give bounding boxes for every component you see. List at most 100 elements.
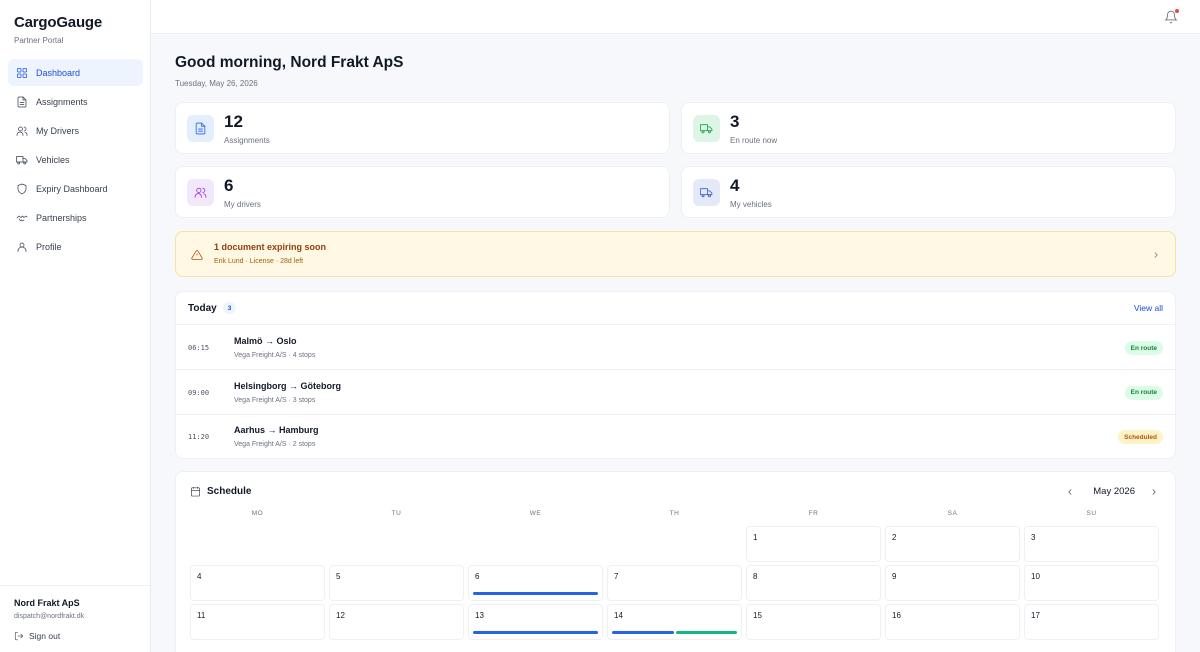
weekday-label: TH xyxy=(669,510,680,517)
alert-title: 1 document expiring soon xyxy=(214,242,327,252)
sign-out-button[interactable]: Sign out xyxy=(14,631,136,641)
weekday-label: TU xyxy=(391,510,402,517)
today-count-badge: 3 xyxy=(223,302,236,314)
calendar-day[interactable]: 16 xyxy=(885,604,1020,640)
assignment-route: Malmö → Oslo xyxy=(234,336,297,346)
weekday-label: MO xyxy=(251,510,264,517)
sidebar-item-label: Dashboard xyxy=(36,67,81,78)
sidebar-item-my-drivers[interactable]: My Drivers xyxy=(8,117,143,144)
day-number: 2 xyxy=(892,533,897,542)
calendar-day[interactable]: 17 xyxy=(1024,604,1159,640)
day-number: 7 xyxy=(614,572,619,581)
weekday-label: SA xyxy=(947,510,958,517)
current-date: Tuesday, May 26, 2026 xyxy=(175,79,258,88)
calendar-day[interactable]: 14 xyxy=(607,604,742,640)
stat-label: My drivers xyxy=(224,200,261,209)
user-icon xyxy=(16,241,28,253)
sidebar-item-profile[interactable]: Profile xyxy=(8,233,143,260)
weekday-label: WE xyxy=(529,510,542,517)
status-badge: En route xyxy=(1124,341,1163,355)
day-number: 1 xyxy=(753,533,758,542)
day-number: 17 xyxy=(1031,611,1040,620)
assignment-meta: Vega Freight A/S · 3 stops xyxy=(234,396,316,404)
weekday-label: FR xyxy=(808,510,819,517)
stat-label: My vehicles xyxy=(730,200,772,209)
day-number: 10 xyxy=(1031,572,1040,581)
expiry-alert[interactable]: 1 document expiring soon Erik Lund · Lic… xyxy=(175,231,1176,277)
calendar-day[interactable]: 13 xyxy=(468,604,603,640)
calendar-day[interactable]: 12 xyxy=(329,604,464,640)
handshake-icon xyxy=(16,212,28,224)
assignment-row[interactable]: 06:15 Malmö → Oslo Vega Freight A/S · 4 … xyxy=(176,326,1175,370)
chevron-left-icon xyxy=(1068,489,1072,495)
day-number: 12 xyxy=(336,611,345,620)
calendar-day[interactable]: 2 xyxy=(885,526,1020,562)
stat-label: En route now xyxy=(730,136,778,145)
sidebar-item-label: My Drivers xyxy=(36,125,79,136)
stat-card-my-vehicles[interactable]: 4 My vehicles xyxy=(681,166,1176,218)
today-header: Today 3 View all xyxy=(176,292,1175,325)
stat-value: 4 xyxy=(730,176,740,195)
stat-card-assignments[interactable]: 12 Assignments xyxy=(175,102,670,154)
sidebar-item-label: Profile xyxy=(36,241,62,252)
day-number: 6 xyxy=(475,572,480,581)
page-title: Good morning, Nord Frakt ApS xyxy=(175,54,404,71)
brand-subtitle: Partner Portal xyxy=(14,36,64,45)
calendar-day[interactable]: 15 xyxy=(746,604,881,640)
stat-value: 12 xyxy=(224,112,243,131)
users-icon xyxy=(16,125,28,137)
calendar-day[interactable]: 6 xyxy=(468,565,603,601)
next-month-button[interactable] xyxy=(1149,486,1159,496)
calendar-day[interactable]: 9 xyxy=(885,565,1020,601)
day-number: 5 xyxy=(336,572,341,581)
calendar-day[interactable]: 5 xyxy=(329,565,464,601)
shield-icon xyxy=(16,183,28,195)
schedule-title: Schedule xyxy=(207,486,252,497)
view-all-link[interactable]: View all xyxy=(1134,303,1163,313)
sidebar-item-label: Partnerships xyxy=(36,212,87,223)
sidebar-item-vehicles[interactable]: Vehicles xyxy=(8,146,143,173)
warning-icon xyxy=(191,249,203,261)
assignment-route: Aarhus → Hamburg xyxy=(234,425,319,435)
day-number: 13 xyxy=(475,611,484,620)
document-icon xyxy=(16,96,28,108)
sidebar-item-assignments[interactable]: Assignments xyxy=(8,88,143,115)
sidebar-item-dashboard[interactable]: Dashboard xyxy=(8,59,143,86)
chevron-right-icon xyxy=(1152,489,1156,495)
alert-detail: Erik Lund · License · 28d left xyxy=(214,258,304,265)
stat-value: 3 xyxy=(730,112,740,131)
notifications-button[interactable] xyxy=(1164,9,1179,24)
assignment-bar xyxy=(675,631,737,634)
assignment-row[interactable]: 11:20 Aarhus → Hamburg Vega Freight A/S … xyxy=(176,415,1175,459)
day-number: 14 xyxy=(614,611,623,620)
calendar-day[interactable]: 3 xyxy=(1024,526,1159,562)
today-title: Today xyxy=(188,303,217,314)
calendar-day[interactable]: 8 xyxy=(746,565,881,601)
users-icon xyxy=(187,179,214,206)
weekday-label: SU xyxy=(1086,510,1097,517)
sidebar-item-partnerships[interactable]: Partnerships xyxy=(8,204,143,231)
day-number: 3 xyxy=(1031,533,1036,542)
chevron-right-icon xyxy=(1151,249,1161,259)
brand-name: CargoGauge xyxy=(14,14,103,31)
calendar-day[interactable]: 10 xyxy=(1024,565,1159,601)
calendar-day[interactable]: 4 xyxy=(190,565,325,601)
sidebar-item-label: Assignments xyxy=(36,96,88,107)
assignment-row[interactable]: 09:00 Helsingborg → Göteborg Vega Freigh… xyxy=(176,371,1175,415)
day-number: 15 xyxy=(753,611,762,620)
stat-label: Assignments xyxy=(224,136,270,145)
sign-out-label: Sign out xyxy=(29,631,61,641)
previous-month-button[interactable] xyxy=(1065,486,1075,496)
day-number: 4 xyxy=(197,572,202,581)
sidebar-item-expiry-dashboard[interactable]: Expiry Dashboard xyxy=(8,175,143,202)
stat-card-my-drivers[interactable]: 6 My drivers xyxy=(175,166,670,218)
assignment-route: Helsingborg → Göteborg xyxy=(234,380,341,391)
calendar-day[interactable]: 7 xyxy=(607,565,742,601)
assignment-meta: Vega Freight A/S · 4 stops xyxy=(234,352,316,359)
sidebar-nav: Dashboard Assignments My Drivers Vehicle… xyxy=(8,59,143,262)
calendar-day[interactable]: 1 xyxy=(746,526,881,562)
stat-card-en-route-now[interactable]: 3 En route now xyxy=(681,102,1176,154)
calendar-day[interactable]: 11 xyxy=(190,604,325,640)
user-block: Nord Frakt ApS dispatch@nordfrakt.dk Sig… xyxy=(0,585,150,652)
day-number: 9 xyxy=(892,572,897,581)
